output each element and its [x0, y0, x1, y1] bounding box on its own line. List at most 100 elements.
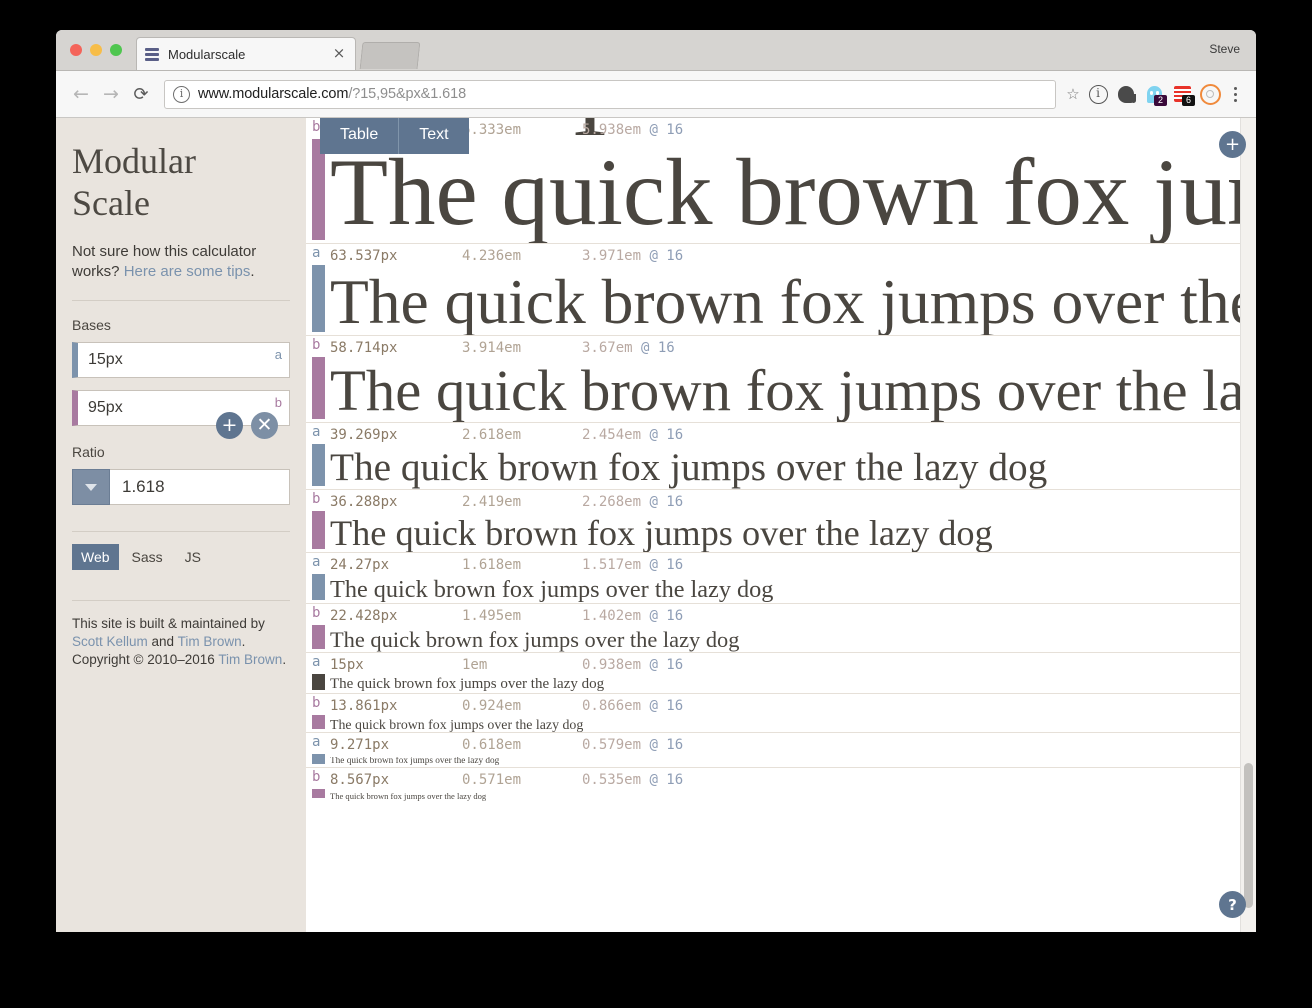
- scale-row-rem: 1.402em @ 16: [582, 608, 684, 625]
- browser-tab-modularscale[interactable]: Modularscale ×: [136, 37, 356, 70]
- scale-row-meta: 24.27px 1.618em 1.517em @ 16: [330, 553, 1256, 577]
- scale-row-rem: 0.938em @ 16: [582, 656, 684, 673]
- base-row-b: 95px b + ✕: [72, 390, 290, 439]
- scale-row-px: 36.288px: [330, 493, 398, 510]
- ratio-label: Ratio: [72, 444, 105, 460]
- scale-row-sample: The quick brown fox jumps over the lazy …: [330, 628, 740, 652]
- tab-table[interactable]: Table: [320, 118, 398, 154]
- scale-row-marker: [312, 139, 325, 240]
- scale-row-px: 63.537px: [330, 247, 398, 264]
- scale-list-area: T b95px6.333em5.938em @ 16The quick brow…: [306, 118, 1256, 932]
- ratio-dropdown-button[interactable]: [72, 469, 110, 505]
- remove-base-button[interactable]: ✕: [251, 412, 278, 439]
- scale-row-em: 0.618em: [462, 737, 522, 754]
- browser-tab-strip: Modularscale × Steve: [56, 30, 1256, 71]
- maximize-window-button[interactable]: [110, 44, 122, 56]
- info-circle-extension-icon[interactable]: i: [1084, 80, 1112, 108]
- scale-row-tag: b: [312, 605, 321, 622]
- page-title-line2: Scale: [72, 183, 150, 223]
- scale-row: a 63.537px 4.236em 3.971em @ 16 The quick br…: [306, 242, 1256, 336]
- scale-row-rem-base: @ 16: [649, 772, 684, 789]
- scale-row: b 22.428px 1.495em 1.402em @ 16 The quick br…: [306, 603, 1256, 652]
- evernote-extension-icon[interactable]: [1112, 80, 1140, 108]
- chevron-down-icon: [85, 483, 97, 491]
- scale-row-rem-base: @ 16: [649, 737, 684, 754]
- scale-row-meta: 22.428px 1.495em 1.402em @ 16: [330, 604, 1256, 628]
- scale-row-px: 39.269px: [330, 427, 398, 444]
- scale-row-px: 13.861px: [330, 697, 398, 714]
- add-base-button[interactable]: +: [216, 412, 243, 439]
- scale-row-rem-base: @ 16: [649, 557, 684, 574]
- scale-row-rem-base: @ 16: [649, 493, 684, 510]
- pocket-extension-icon[interactable]: 6: [1168, 80, 1196, 108]
- url-host: www.modularscale.com: [198, 86, 349, 102]
- close-window-button[interactable]: [70, 44, 82, 56]
- help-float-button[interactable]: ?: [1219, 891, 1246, 918]
- scale-row: b 13.861px 0.924em 0.866em @ 16 The quick br…: [306, 692, 1256, 733]
- scale-row-tag: b: [312, 337, 321, 354]
- close-tab-icon[interactable]: ×: [331, 46, 347, 62]
- tab-js[interactable]: JS: [176, 544, 210, 570]
- new-tab-button[interactable]: [359, 42, 421, 69]
- tips-link[interactable]: Here are some tips: [124, 263, 251, 280]
- page-scrollbar-thumb[interactable]: [1244, 763, 1253, 908]
- tab-sass[interactable]: Sass: [123, 544, 172, 570]
- scale-row-rem: 0.579em @ 16: [582, 737, 684, 754]
- tim-brown-link-2[interactable]: Tim Brown: [218, 652, 282, 667]
- tab-text[interactable]: Text: [398, 118, 468, 154]
- scale-row-rem-base: @ 16: [649, 656, 684, 673]
- minimize-window-button[interactable]: [90, 44, 102, 56]
- scale-row-meta: 95px6.333em5.938em @ 16: [330, 118, 1256, 142]
- scale-row-rem-base: @ 16: [649, 247, 684, 264]
- scale-row-meta: 9.271px 0.618em 0.579em @ 16: [330, 733, 1256, 757]
- scale-row-tag: a: [312, 734, 321, 751]
- ratio-row: 1.618: [72, 469, 290, 505]
- credits-end: .: [282, 652, 287, 667]
- scale-row-px: 9.271px: [330, 737, 390, 754]
- forward-arrow-icon[interactable]: →: [96, 79, 126, 109]
- scale-row-sample: The quick brown fox jumps over the lazy …: [330, 267, 1256, 336]
- base-tag-b: b: [274, 395, 282, 410]
- scale-row-em: 0.571em: [462, 772, 522, 789]
- bases-label: Bases: [72, 317, 111, 333]
- ghostery-extension-icon[interactable]: 2: [1140, 80, 1168, 108]
- reload-icon[interactable]: ⟳: [126, 79, 156, 109]
- scale-row-meta: 15px 1em 0.938em @ 16: [330, 653, 1256, 677]
- scale-row-marker: [312, 789, 325, 799]
- scott-kellum-link[interactable]: Scott Kellum: [72, 634, 148, 649]
- scale-row: a 9.271px 0.618em 0.579em @ 16 The quick bro…: [306, 732, 1256, 767]
- scale-row-marker: [312, 714, 325, 730]
- scale-row-rem: 1.517em @ 16: [582, 557, 684, 574]
- scale-row-em: 3.914em: [462, 340, 522, 357]
- scale-row-marker: [312, 625, 325, 649]
- profile-name-button[interactable]: Steve: [1209, 42, 1240, 56]
- add-scale-float-button[interactable]: +: [1219, 131, 1246, 158]
- window-controls: [70, 44, 122, 56]
- scale-row-marker: [312, 673, 325, 690]
- chrome-menu-icon[interactable]: [1224, 86, 1246, 102]
- scale-row-px: 58.714px: [330, 340, 398, 357]
- url-text: www.modularscale.com/?15,95&px&1.618: [198, 86, 466, 102]
- page-title: Modular Scale: [72, 140, 290, 224]
- scale-row-rem-base: @ 16: [649, 697, 684, 714]
- address-bar[interactable]: i www.modularscale.com/?15,95&px&1.618: [164, 79, 1056, 109]
- tab-title: Modularscale: [168, 46, 246, 62]
- back-arrow-icon[interactable]: ←: [66, 79, 96, 109]
- ratio-input[interactable]: 1.618: [110, 469, 290, 505]
- base-input-a[interactable]: 15px: [72, 342, 290, 378]
- modularscale-favicon-icon: [145, 47, 159, 61]
- scale-row-tag: b: [312, 490, 321, 507]
- base-tag-a: a: [274, 347, 282, 362]
- ring-extension-icon[interactable]: [1196, 80, 1224, 108]
- bookmark-star-icon[interactable]: ☆: [1062, 85, 1084, 103]
- scale-row-em: 2.618em: [462, 427, 522, 444]
- browser-toolbar: ← → ⟳ i www.modularscale.com/?15,95&px&1…: [56, 71, 1256, 118]
- site-info-icon[interactable]: i: [173, 85, 190, 103]
- page-viewport: Modular Scale Not sure how this calculat…: [56, 118, 1256, 932]
- tim-brown-link-1[interactable]: Tim Brown: [178, 634, 242, 649]
- scale-row-marker: [312, 444, 325, 486]
- page-scrollbar[interactable]: [1240, 118, 1256, 932]
- tab-web[interactable]: Web: [72, 544, 119, 570]
- credits-line1: This site is built & maintained by: [72, 616, 265, 631]
- scale-row-px: 8.567px: [330, 772, 390, 789]
